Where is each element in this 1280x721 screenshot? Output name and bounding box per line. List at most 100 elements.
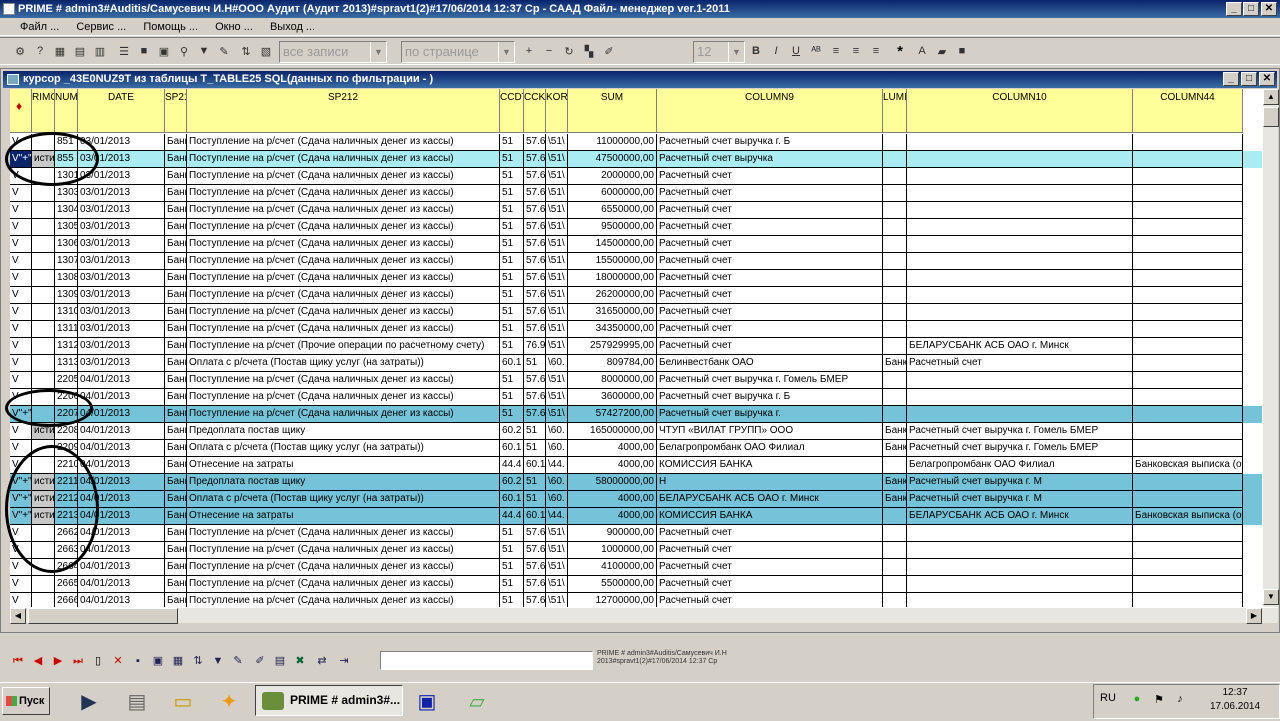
cell-c4[interactable]: Банк [165, 423, 187, 440]
column-header-c2[interactable]: NUM [55, 89, 78, 133]
clock[interactable]: 12:37 17.06.2014 [1198, 686, 1272, 714]
table-icon[interactable]: ▤ [72, 43, 88, 59]
cell-c3[interactable]: 04/01/2013 [78, 389, 165, 406]
table-row[interactable]: V"+" исти 2212 04/01/2013 Банк Оплата с р/сче… [10, 491, 1262, 508]
cell-c1[interactable] [32, 185, 55, 202]
cell-c9[interactable]: 18000000,00 [568, 270, 657, 287]
cell-c11[interactable] [883, 542, 907, 559]
cell-c5[interactable]: Поступление на р/счет (Сдача наличных де… [187, 372, 500, 389]
export-icon[interactable]: ⇄ [314, 653, 330, 669]
cell-c9[interactable]: 15500000,00 [568, 253, 657, 270]
cell-c11[interactable] [883, 389, 907, 406]
save-icon[interactable]: ▪ [130, 653, 146, 669]
cell-c0[interactable]: V [10, 219, 32, 236]
cell-c6[interactable]: 51 [500, 338, 524, 355]
cell-c1[interactable] [32, 321, 55, 338]
cell-c0[interactable]: V [10, 355, 32, 372]
cell-c8[interactable]: \51\ [546, 559, 568, 576]
cell-c10[interactable]: Расчетный счет выручка [657, 151, 883, 168]
cell-c1[interactable] [32, 338, 55, 355]
app-icon[interactable]: ✦ [214, 687, 244, 715]
cell-c1[interactable] [32, 593, 55, 607]
cell-c12[interactable] [907, 185, 1133, 202]
first-record-icon[interactable]: ⏮ [10, 653, 26, 669]
cell-c10[interactable]: Расчетный счет [657, 236, 883, 253]
cell-c11[interactable] [883, 151, 907, 168]
cell-c11[interactable] [883, 593, 907, 607]
maximize-button[interactable]: □ [1241, 72, 1257, 86]
cell-c9[interactable]: 6550000,00 [568, 202, 657, 219]
column-header-c7[interactable]: CCKT [524, 89, 546, 133]
cell-c6[interactable]: 51 [500, 168, 524, 185]
italic-button[interactable]: I [768, 43, 784, 59]
cell-c6[interactable]: 60.1 [500, 355, 524, 372]
cell-c7[interactable]: 57.6 [524, 253, 546, 270]
cell-c10[interactable]: БЕЛАРУСБАНК АСБ ОАО г. Минск [657, 491, 883, 508]
cell-c5[interactable]: Поступление на р/счет (Сдача наличных де… [187, 134, 500, 151]
cell-c4[interactable]: Банк [165, 440, 187, 457]
cell-c9[interactable]: 257929995,00 [568, 338, 657, 355]
cell-c7[interactable]: 57.6 [524, 304, 546, 321]
cell-c4[interactable]: Банк [165, 542, 187, 559]
cell-c4[interactable]: Банк [165, 321, 187, 338]
cell-c7[interactable]: 51 [524, 423, 546, 440]
filter-combo[interactable]: все записи ▼ [279, 41, 387, 63]
cell-c7[interactable]: 57.6 [524, 202, 546, 219]
cell-c2[interactable]: 1304 [55, 202, 78, 219]
cell-c8[interactable]: \60. [546, 423, 568, 440]
column-header-c12[interactable]: COLUMN10 [907, 89, 1133, 133]
cell-c11[interactable] [883, 253, 907, 270]
cell-c3[interactable]: 03/01/2013 [78, 338, 165, 355]
cell-c8[interactable]: \51\ [546, 304, 568, 321]
sort-marker-icon[interactable]: ♦ [16, 99, 22, 113]
print-icon[interactable]: ▣ [150, 653, 166, 669]
cell-c12[interactable]: Расчетный счет выручка г. Гомель БМЕР [907, 423, 1133, 440]
table-row[interactable]: V 851 03/01/2013 Банк Поступление на р/счет … [10, 134, 1262, 151]
cell-c5[interactable]: Отнесение на затраты [187, 508, 500, 525]
menu-service[interactable]: Сервис ... [69, 18, 133, 36]
scroll-up-icon[interactable]: ▲ [1263, 89, 1279, 105]
cell-c2[interactable]: 2665 [55, 576, 78, 593]
cell-c0[interactable]: V [10, 134, 32, 151]
cell-c2[interactable]: 1305 [55, 219, 78, 236]
cell-c13[interactable] [1133, 542, 1243, 559]
cell-c9[interactable]: 4100000,00 [568, 559, 657, 576]
cell-c0[interactable]: V [10, 440, 32, 457]
cell-c13[interactable] [1133, 440, 1243, 457]
cell-c1[interactable] [32, 457, 55, 474]
cell-c12[interactable] [907, 372, 1133, 389]
cell-c2[interactable]: 855 [55, 151, 78, 168]
cell-c2[interactable]: 2211 [55, 474, 78, 491]
cell-c6[interactable]: 60.2 [500, 423, 524, 440]
cell-c8[interactable]: \60. [546, 440, 568, 457]
cell-c5[interactable]: Поступление на р/счет (Сдача наличных де… [187, 406, 500, 423]
cell-c6[interactable]: 51 [500, 219, 524, 236]
cell-c8[interactable]: \44. [546, 508, 568, 525]
flag-icon[interactable]: ⚑ [1152, 693, 1166, 707]
cell-c0[interactable]: V [10, 457, 32, 474]
chevron-down-icon[interactable]: ▼ [498, 42, 514, 62]
cell-c11[interactable]: Банк [883, 355, 907, 372]
cell-c11[interactable] [883, 270, 907, 287]
cell-c5[interactable]: Поступление на р/счет (Сдача наличных де… [187, 151, 500, 168]
cell-c7[interactable]: 57.6 [524, 287, 546, 304]
cell-c10[interactable]: КОМИССИЯ БАНКА [657, 457, 883, 474]
align-left-icon[interactable]: ≡ [828, 43, 844, 59]
cell-c9[interactable]: 9500000,00 [568, 219, 657, 236]
cell-c13[interactable] [1133, 355, 1243, 372]
sort-icon[interactable]: ⇅ [238, 43, 254, 59]
cell-c8[interactable]: \51\ [546, 253, 568, 270]
cell-c8[interactable]: \51\ [546, 389, 568, 406]
table-row[interactable]: V 2662 04/01/2013 Банк Поступление на р/счет… [10, 525, 1262, 542]
cell-c9[interactable]: 5500000,00 [568, 576, 657, 593]
cell-c2[interactable]: 2212 [55, 491, 78, 508]
last-record-icon[interactable]: ⏭ [70, 653, 86, 669]
start-button[interactable]: Пуск [2, 687, 50, 715]
cell-c9[interactable]: 3600000,00 [568, 389, 657, 406]
language-indicator[interactable]: RU [1100, 692, 1116, 704]
cell-c6[interactable]: 44.4 [500, 508, 524, 525]
horizontal-scrollbar[interactable]: ◀ ▶ [10, 607, 1278, 624]
chevron-down-icon[interactable]: ▼ [370, 42, 386, 62]
cell-c3[interactable]: 04/01/2013 [78, 474, 165, 491]
cell-c13[interactable] [1133, 389, 1243, 406]
